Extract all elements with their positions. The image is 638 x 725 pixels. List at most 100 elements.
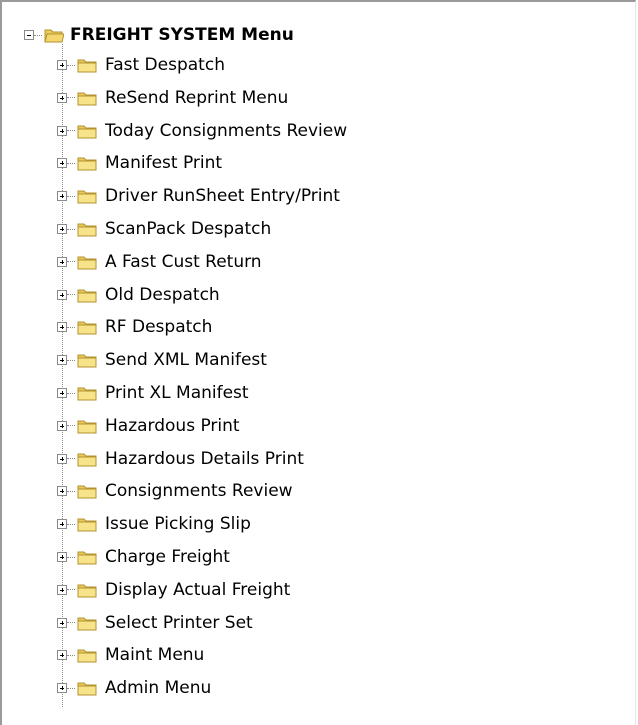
tree-connector — [67, 162, 75, 164]
expand-icon[interactable] — [57, 92, 67, 103]
tree-item[interactable]: Hazardous Details Print — [57, 446, 306, 472]
expand-icon[interactable] — [57, 125, 67, 136]
expand-icon[interactable] — [57, 617, 67, 628]
expand-icon[interactable] — [57, 191, 67, 202]
expand-icon[interactable] — [57, 256, 67, 267]
tree-connector — [67, 556, 75, 558]
expand-icon[interactable] — [57, 486, 67, 497]
tree-item[interactable]: ReSend Reprint Menu — [57, 85, 290, 111]
folder-icon — [77, 617, 97, 631]
tree-connector — [67, 490, 75, 492]
tree-item[interactable]: Old Despatch — [57, 282, 222, 308]
tree-item[interactable]: Hazardous Print — [57, 413, 242, 439]
folder-icon — [77, 59, 97, 73]
tree-item[interactable]: Today Consignments Review — [57, 118, 349, 144]
tree-item-label: Fast Despatch — [105, 55, 225, 75]
tree-item-label: Select Printer Set — [105, 612, 253, 633]
tree-item[interactable]: RF Despatch — [57, 314, 214, 340]
tree-item[interactable]: Admin Menu — [57, 675, 213, 701]
tree-item-label: Send XML Manifest — [105, 350, 267, 371]
tree-item[interactable]: Issue Picking Slip — [57, 511, 253, 537]
collapse-icon[interactable] — [24, 30, 34, 40]
folder-icon — [77, 682, 97, 696]
tree-item-label: A Fast Cust Return — [105, 251, 262, 272]
expand-icon[interactable] — [57, 388, 67, 398]
tree-item-label: ScanPack Despatch — [105, 219, 272, 239]
tree-item[interactable]: Maint Menu — [57, 642, 206, 668]
expand-icon[interactable] — [57, 60, 67, 70]
folder-icon — [77, 92, 97, 106]
tree-item[interactable]: ScanPack Despatch — [57, 216, 273, 242]
tree-connector — [67, 294, 75, 296]
tree-item[interactable]: Consignments Review — [57, 478, 295, 504]
expand-icon[interactable] — [57, 289, 67, 300]
tree-root-freight-system[interactable]: FREIGHT SYSTEM Menu — [24, 22, 294, 48]
tree-item[interactable]: Manifest Print — [57, 150, 224, 176]
tree-item[interactable]: Print XL Manifest — [57, 380, 251, 406]
tree-item[interactable]: Driver RunSheet Entry/Print — [57, 183, 342, 209]
tree-connector — [67, 589, 75, 591]
tree-connector — [67, 392, 75, 394]
tree-connector — [67, 326, 75, 328]
tree-connector — [67, 64, 75, 66]
tree-item[interactable]: Select Printer Set — [57, 610, 255, 636]
tree-connector — [67, 425, 75, 427]
folder-icon — [77, 256, 97, 270]
tree-item[interactable]: Send XML Manifest — [57, 347, 269, 373]
tree-item-label: Display Actual Freight — [105, 579, 291, 600]
tree-item[interactable]: Display Actual Freight — [57, 577, 292, 603]
tree-connector — [67, 97, 75, 99]
tree-item[interactable]: Fast Despatch — [57, 52, 227, 78]
tree-connector — [67, 687, 75, 689]
tree-item-label: Old Despatch — [105, 284, 220, 305]
expand-icon[interactable] — [57, 322, 67, 333]
expand-icon[interactable] — [57, 584, 67, 595]
tree-item[interactable]: A Fast Cust Return — [57, 249, 264, 275]
tree-connector — [67, 195, 75, 197]
folder-icon — [77, 518, 97, 532]
tree-item-label: ReSend Reprint Menu — [105, 87, 289, 108]
folder-icon — [77, 321, 97, 335]
folder-icon — [77, 125, 97, 139]
expand-icon[interactable] — [57, 453, 67, 464]
tree-item[interactable]: Charge Freight — [57, 544, 232, 570]
expand-icon[interactable] — [57, 158, 67, 169]
expand-icon[interactable] — [57, 519, 67, 530]
tree-connector — [67, 654, 75, 656]
tree-item-label: Consignments Review — [105, 481, 293, 502]
expand-icon[interactable] — [57, 420, 67, 431]
freight-system-tree[interactable]: FREIGHT SYSTEM Menu Fast Despatch ReSend … — [0, 0, 636, 725]
tree-item-label: Issue Picking Slip — [105, 514, 251, 535]
tree-item-label: Charge Freight — [105, 547, 230, 567]
expand-icon[interactable] — [57, 355, 67, 366]
tree-item-label: Hazardous Print — [105, 415, 240, 436]
tree-connector — [67, 523, 75, 525]
expand-icon[interactable] — [57, 224, 67, 234]
tree-connector — [67, 622, 75, 624]
tree-item-label: Print XL Manifest — [105, 383, 249, 403]
tree-connector — [67, 228, 75, 230]
tree-connector — [67, 458, 75, 460]
expand-icon[interactable] — [57, 683, 67, 694]
folder-icon — [77, 420, 97, 434]
folder-icon — [77, 387, 97, 401]
folder-icon — [77, 584, 97, 598]
tree-item-label: Admin Menu — [105, 678, 212, 699]
tree-root-label: FREIGHT SYSTEM Menu — [70, 25, 294, 45]
folder-icon — [77, 649, 97, 663]
expand-icon[interactable] — [57, 650, 67, 661]
folder-icon — [77, 190, 97, 204]
open-folder-icon — [44, 29, 64, 43]
tree-connector — [67, 359, 75, 361]
folder-icon — [77, 354, 97, 368]
folder-icon — [77, 223, 97, 237]
folder-icon — [77, 289, 97, 303]
folder-icon — [77, 551, 97, 565]
tree-item-label: Today Consignments Review — [105, 120, 348, 141]
expand-icon[interactable] — [57, 552, 67, 562]
tree-item-label: RF Despatch — [105, 317, 213, 338]
tree-item-label: Hazardous Details Print — [105, 448, 304, 469]
folder-icon — [77, 157, 97, 171]
folder-icon — [77, 453, 97, 467]
tree-connector — [67, 261, 75, 263]
